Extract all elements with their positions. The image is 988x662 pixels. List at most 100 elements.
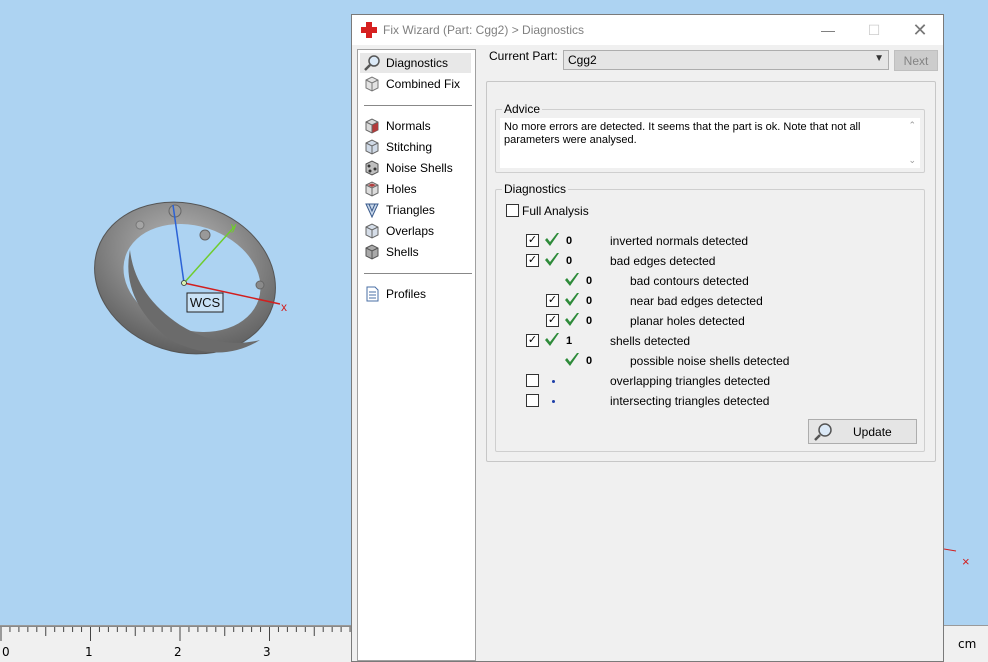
ring-model[interactable]: WCS x y bbox=[80, 190, 300, 370]
chevron-down-icon: ▼ bbox=[874, 53, 884, 64]
magnifier-icon bbox=[814, 422, 832, 441]
next-button[interactable]: Next bbox=[894, 50, 938, 71]
diagnostic-label: bad contours detected bbox=[630, 274, 749, 288]
y-axis-label: y bbox=[231, 221, 237, 233]
sidebar-item-holes[interactable]: Holes bbox=[360, 179, 471, 199]
document-icon bbox=[366, 286, 379, 302]
check-ok-icon bbox=[545, 333, 559, 346]
wcs-label: WCS bbox=[190, 295, 221, 310]
diagnostic-label: near bad edges detected bbox=[630, 294, 763, 308]
update-label: Update bbox=[853, 424, 892, 439]
check-ok-icon bbox=[565, 313, 579, 326]
diagnostic-count: 0 bbox=[586, 295, 593, 307]
fix-wizard-dialog: Fix Wizard (Part: Cgg2) > Diagnostics — … bbox=[351, 14, 944, 662]
sidebar-item-profiles[interactable]: Profiles bbox=[360, 284, 471, 304]
sidebar-item-label: Noise Shells bbox=[386, 161, 453, 175]
ruler-label-2: 2 bbox=[174, 645, 182, 659]
sidebar-item-shells[interactable]: Shells bbox=[360, 242, 471, 262]
sidebar-divider bbox=[364, 105, 472, 106]
current-part-value: Cgg2 bbox=[568, 53, 597, 67]
sidebar-item-label: Diagnostics bbox=[386, 56, 449, 70]
sidebar-item-normals[interactable]: Normals bbox=[360, 116, 471, 136]
sidebar-item-label: Shells bbox=[386, 245, 419, 259]
diagnostic-checkbox[interactable]: ✓ bbox=[526, 234, 539, 247]
bottom-ruler: 0 1 2 3 bbox=[0, 625, 360, 662]
sidebar-item-label: Stitching bbox=[386, 140, 433, 154]
triangles-icon bbox=[365, 203, 379, 219]
diagnostic-checkbox[interactable]: ✓ bbox=[546, 314, 559, 327]
sidebar-item-noise-shells[interactable]: Noise Shells bbox=[360, 158, 471, 178]
sidebar-item-diagnostics[interactable]: Diagnostics bbox=[360, 53, 471, 73]
x-axis-label: x bbox=[281, 300, 287, 314]
sidebar-item-label: Holes bbox=[386, 182, 417, 196]
diagnostic-checkbox[interactable] bbox=[526, 374, 539, 387]
shells-icon bbox=[365, 244, 379, 260]
diagnostic-count: 1 bbox=[566, 335, 573, 347]
pending-dot-icon bbox=[552, 400, 555, 403]
sidebar-item-stitching[interactable]: Stitching bbox=[360, 137, 471, 157]
scroll-down-icon[interactable]: ⌄ bbox=[908, 155, 916, 166]
sidebar-item-label: Normals bbox=[386, 119, 431, 133]
diagnostic-label: possible noise shells detected bbox=[630, 354, 790, 368]
diagnostic-label: intersecting triangles detected bbox=[610, 394, 770, 408]
ruler-ticks bbox=[0, 626, 360, 641]
sidebar-item-combined-fix[interactable]: Combined Fix bbox=[360, 74, 471, 94]
window-title: Fix Wizard (Part: Cgg2) > Diagnostics bbox=[383, 23, 585, 37]
sidebar-item-label: Profiles bbox=[386, 287, 427, 301]
current-part-select[interactable]: Cgg2 ▼ bbox=[563, 50, 889, 70]
check-ok-icon bbox=[545, 253, 559, 266]
diagnostic-count: 0 bbox=[586, 355, 593, 367]
magnifier-icon bbox=[364, 55, 380, 71]
noise-shells-icon bbox=[365, 160, 379, 176]
advice-title: Advice bbox=[502, 102, 543, 116]
minimize-button[interactable]: — bbox=[805, 15, 851, 45]
normals-cube-icon bbox=[365, 118, 379, 134]
maximize-button[interactable]: ☐ bbox=[851, 15, 897, 45]
check-ok-icon bbox=[565, 273, 579, 286]
diagnostic-label: inverted normals detected bbox=[610, 234, 749, 248]
sidebar-item-label: Combined Fix bbox=[386, 77, 461, 91]
title-bar[interactable]: Fix Wizard (Part: Cgg2) > Diagnostics — … bbox=[352, 15, 943, 45]
ruler-label-3: 3 bbox=[263, 645, 271, 659]
ruler-label-1: 1 bbox=[85, 645, 93, 659]
update-button[interactable]: Update bbox=[808, 419, 917, 444]
diagnostics-group: Diagnostics Full Analysis ✓ 0 inverted norm… bbox=[495, 182, 925, 452]
advice-group: Advice No more errors are detected. It s… bbox=[495, 102, 925, 173]
diagnostic-checkbox[interactable]: ✓ bbox=[546, 294, 559, 307]
check-ok-icon bbox=[565, 293, 579, 306]
diagnostic-checkbox[interactable]: ✓ bbox=[526, 334, 539, 347]
current-part-label: Current Part: bbox=[489, 49, 558, 63]
diagnostic-count: 0 bbox=[566, 255, 573, 267]
advice-textbox[interactable]: No more errors are detected. It seems th… bbox=[500, 118, 920, 168]
red-cross-icon bbox=[361, 22, 377, 38]
sidebar-divider bbox=[364, 273, 472, 274]
cube-icon bbox=[365, 76, 379, 92]
diagnostic-label: shells detected bbox=[610, 334, 691, 348]
full-analysis-checkbox[interactable] bbox=[506, 204, 519, 217]
scroll-up-icon[interactable]: ⌃ bbox=[908, 120, 916, 131]
advice-text: No more errors are detected. It seems th… bbox=[504, 121, 861, 146]
stitching-cube-icon bbox=[365, 139, 379, 155]
diagnostic-count: 0 bbox=[566, 235, 573, 247]
diagnostic-count: 0 bbox=[586, 275, 593, 287]
overlaps-icon bbox=[365, 223, 379, 239]
sidebar-item-label: Overlaps bbox=[386, 224, 435, 238]
holes-cube-icon bbox=[365, 181, 379, 197]
diagnostic-label: bad edges detected bbox=[610, 254, 716, 268]
close-mark-icon: × bbox=[962, 554, 970, 569]
close-button[interactable]: ✕ bbox=[897, 15, 943, 45]
sidebar-item-overlaps[interactable]: Overlaps bbox=[360, 221, 471, 241]
diagnostic-checkbox[interactable]: ✓ bbox=[526, 254, 539, 267]
diagnostic-label: overlapping triangles detected bbox=[610, 374, 771, 388]
sidebar-item-triangles[interactable]: Triangles bbox=[360, 200, 471, 220]
full-analysis-label: Full Analysis bbox=[522, 204, 589, 218]
check-ok-icon bbox=[545, 233, 559, 246]
diagnostic-checkbox[interactable] bbox=[526, 394, 539, 407]
diagnostics-title: Diagnostics bbox=[502, 182, 569, 196]
diagnostic-count: 0 bbox=[586, 315, 593, 327]
ruler-label-0: 0 bbox=[2, 645, 10, 659]
check-ok-icon bbox=[565, 353, 579, 366]
fix-wizard-sidebar: Diagnostics Combined Fix Normals Stitchi… bbox=[357, 49, 476, 661]
unit-label: cm bbox=[958, 637, 977, 651]
diagnostic-label: planar holes detected bbox=[630, 314, 745, 328]
